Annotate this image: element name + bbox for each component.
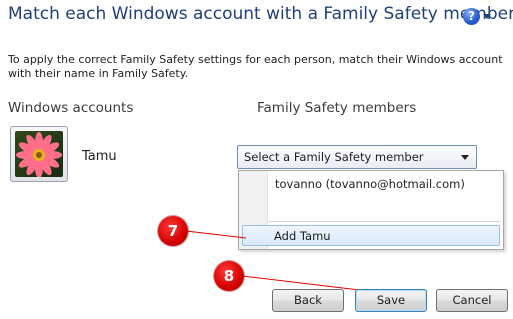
- chevron-down-icon: [461, 155, 469, 160]
- dropdown-option-tovanno[interactable]: tovanno (tovanno@hotmail.com): [275, 177, 465, 191]
- window-title: Match each Windows account with a Family…: [8, 4, 513, 24]
- annotation-marker-7: 7: [158, 216, 188, 246]
- chevron-down-icon: [483, 14, 491, 19]
- account-name: Tamu: [82, 149, 117, 164]
- save-button[interactable]: Save: [355, 289, 427, 312]
- help-button[interactable]: ?: [463, 8, 493, 26]
- dropdown-list: tovanno (tovanno@hotmail.com) Add Tamu: [238, 170, 504, 250]
- dropdown-separator: [269, 221, 501, 222]
- windows-accounts-header: Windows accounts: [8, 100, 134, 116]
- flower-avatar-icon: [15, 131, 63, 177]
- dropdown-option-label: Add Tamu: [274, 229, 331, 243]
- avatar: [10, 126, 68, 182]
- annotation-marker-8: 8: [214, 261, 244, 291]
- family-safety-members-header: Family Safety members: [257, 100, 417, 116]
- annotation-line-7: [185, 230, 247, 239]
- dropdown-option-add-tamu[interactable]: Add Tamu: [242, 225, 500, 246]
- select-value: Select a Family Safety member: [244, 150, 424, 164]
- family-member-select[interactable]: Select a Family Safety member: [237, 145, 477, 169]
- help-icon: ?: [463, 8, 480, 25]
- instructions-text: To apply the correct Family Safety setti…: [8, 53, 503, 80]
- back-button[interactable]: Back: [272, 289, 344, 312]
- cancel-button[interactable]: Cancel: [436, 289, 508, 312]
